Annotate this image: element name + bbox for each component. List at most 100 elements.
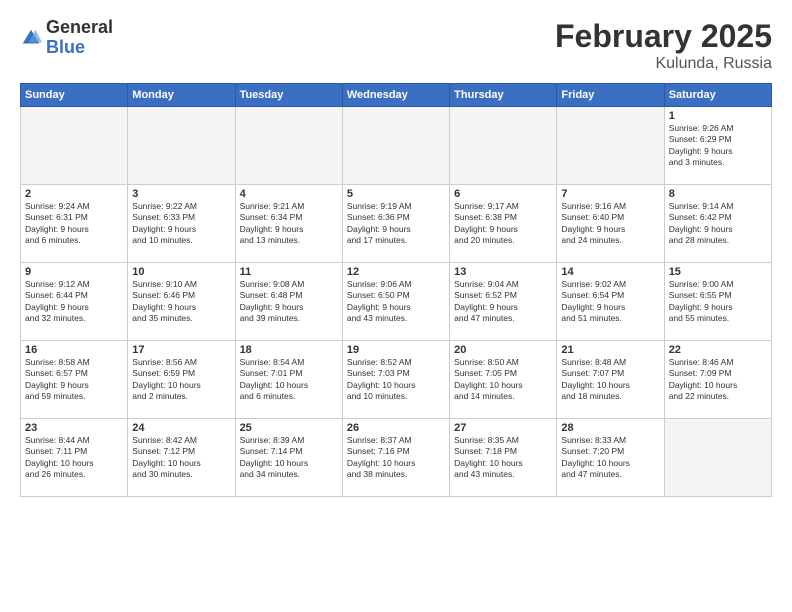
day-number: 22 bbox=[669, 344, 767, 356]
day-number: 23 bbox=[25, 422, 123, 434]
logo-text: General Blue bbox=[46, 18, 113, 58]
day-number: 25 bbox=[240, 422, 338, 434]
day-number: 28 bbox=[561, 422, 659, 434]
day-info: Sunrise: 8:58 AM Sunset: 6:57 PM Dayligh… bbox=[25, 357, 123, 403]
day-info: Sunrise: 9:19 AM Sunset: 6:36 PM Dayligh… bbox=[347, 201, 445, 247]
header-day: Saturday bbox=[664, 84, 771, 107]
day-number: 14 bbox=[561, 266, 659, 278]
day-info: Sunrise: 8:48 AM Sunset: 7:07 PM Dayligh… bbox=[561, 357, 659, 403]
calendar-cell: 14Sunrise: 9:02 AM Sunset: 6:54 PM Dayli… bbox=[557, 263, 664, 341]
header-day: Wednesday bbox=[342, 84, 449, 107]
calendar-cell: 8Sunrise: 9:14 AM Sunset: 6:42 PM Daylig… bbox=[664, 185, 771, 263]
calendar-cell: 22Sunrise: 8:46 AM Sunset: 7:09 PM Dayli… bbox=[664, 341, 771, 419]
week-row: 1Sunrise: 9:26 AM Sunset: 6:29 PM Daylig… bbox=[21, 107, 772, 185]
calendar-cell: 6Sunrise: 9:17 AM Sunset: 6:38 PM Daylig… bbox=[450, 185, 557, 263]
header-day: Tuesday bbox=[235, 84, 342, 107]
day-info: Sunrise: 8:44 AM Sunset: 7:11 PM Dayligh… bbox=[25, 435, 123, 481]
week-row: 2Sunrise: 9:24 AM Sunset: 6:31 PM Daylig… bbox=[21, 185, 772, 263]
calendar-cell: 25Sunrise: 8:39 AM Sunset: 7:14 PM Dayli… bbox=[235, 419, 342, 497]
week-row: 16Sunrise: 8:58 AM Sunset: 6:57 PM Dayli… bbox=[21, 341, 772, 419]
logo-blue: Blue bbox=[46, 38, 113, 58]
calendar-cell: 10Sunrise: 9:10 AM Sunset: 6:46 PM Dayli… bbox=[128, 263, 235, 341]
day-number: 18 bbox=[240, 344, 338, 356]
calendar-cell: 9Sunrise: 9:12 AM Sunset: 6:44 PM Daylig… bbox=[21, 263, 128, 341]
day-info: Sunrise: 8:42 AM Sunset: 7:12 PM Dayligh… bbox=[132, 435, 230, 481]
day-info: Sunrise: 9:10 AM Sunset: 6:46 PM Dayligh… bbox=[132, 279, 230, 325]
day-info: Sunrise: 9:21 AM Sunset: 6:34 PM Dayligh… bbox=[240, 201, 338, 247]
day-number: 3 bbox=[132, 188, 230, 200]
month-title: February 2025 bbox=[555, 18, 772, 55]
calendar-cell bbox=[235, 107, 342, 185]
header-row: SundayMondayTuesdayWednesdayThursdayFrid… bbox=[21, 84, 772, 107]
calendar-cell: 15Sunrise: 9:00 AM Sunset: 6:55 PM Dayli… bbox=[664, 263, 771, 341]
day-info: Sunrise: 9:00 AM Sunset: 6:55 PM Dayligh… bbox=[669, 279, 767, 325]
calendar-cell: 16Sunrise: 8:58 AM Sunset: 6:57 PM Dayli… bbox=[21, 341, 128, 419]
calendar-cell: 11Sunrise: 9:08 AM Sunset: 6:48 PM Dayli… bbox=[235, 263, 342, 341]
day-number: 7 bbox=[561, 188, 659, 200]
logo-icon bbox=[20, 27, 42, 49]
day-info: Sunrise: 8:46 AM Sunset: 7:09 PM Dayligh… bbox=[669, 357, 767, 403]
day-number: 20 bbox=[454, 344, 552, 356]
calendar-cell: 13Sunrise: 9:04 AM Sunset: 6:52 PM Dayli… bbox=[450, 263, 557, 341]
day-info: Sunrise: 8:54 AM Sunset: 7:01 PM Dayligh… bbox=[240, 357, 338, 403]
day-number: 9 bbox=[25, 266, 123, 278]
calendar-cell: 2Sunrise: 9:24 AM Sunset: 6:31 PM Daylig… bbox=[21, 185, 128, 263]
calendar-cell: 27Sunrise: 8:35 AM Sunset: 7:18 PM Dayli… bbox=[450, 419, 557, 497]
calendar-cell: 7Sunrise: 9:16 AM Sunset: 6:40 PM Daylig… bbox=[557, 185, 664, 263]
day-number: 11 bbox=[240, 266, 338, 278]
calendar-cell: 28Sunrise: 8:33 AM Sunset: 7:20 PM Dayli… bbox=[557, 419, 664, 497]
calendar-body: 1Sunrise: 9:26 AM Sunset: 6:29 PM Daylig… bbox=[21, 107, 772, 497]
page: General Blue February 2025 Kulunda, Russ… bbox=[0, 0, 792, 612]
day-info: Sunrise: 8:50 AM Sunset: 7:05 PM Dayligh… bbox=[454, 357, 552, 403]
day-info: Sunrise: 9:02 AM Sunset: 6:54 PM Dayligh… bbox=[561, 279, 659, 325]
calendar-cell: 24Sunrise: 8:42 AM Sunset: 7:12 PM Dayli… bbox=[128, 419, 235, 497]
calendar-cell: 5Sunrise: 9:19 AM Sunset: 6:36 PM Daylig… bbox=[342, 185, 449, 263]
day-info: Sunrise: 8:33 AM Sunset: 7:20 PM Dayligh… bbox=[561, 435, 659, 481]
day-info: Sunrise: 9:08 AM Sunset: 6:48 PM Dayligh… bbox=[240, 279, 338, 325]
calendar-cell: 23Sunrise: 8:44 AM Sunset: 7:11 PM Dayli… bbox=[21, 419, 128, 497]
calendar-cell bbox=[342, 107, 449, 185]
day-info: Sunrise: 8:56 AM Sunset: 6:59 PM Dayligh… bbox=[132, 357, 230, 403]
calendar-cell bbox=[557, 107, 664, 185]
location: Kulunda, Russia bbox=[555, 55, 772, 73]
day-number: 6 bbox=[454, 188, 552, 200]
day-number: 24 bbox=[132, 422, 230, 434]
day-number: 26 bbox=[347, 422, 445, 434]
day-number: 19 bbox=[347, 344, 445, 356]
title-block: February 2025 Kulunda, Russia bbox=[555, 18, 772, 73]
day-info: Sunrise: 8:37 AM Sunset: 7:16 PM Dayligh… bbox=[347, 435, 445, 481]
day-number: 17 bbox=[132, 344, 230, 356]
day-number: 27 bbox=[454, 422, 552, 434]
header-day: Monday bbox=[128, 84, 235, 107]
calendar-cell bbox=[664, 419, 771, 497]
calendar-cell bbox=[128, 107, 235, 185]
calendar-header: SundayMondayTuesdayWednesdayThursdayFrid… bbox=[21, 84, 772, 107]
calendar-cell: 4Sunrise: 9:21 AM Sunset: 6:34 PM Daylig… bbox=[235, 185, 342, 263]
week-row: 23Sunrise: 8:44 AM Sunset: 7:11 PM Dayli… bbox=[21, 419, 772, 497]
calendar: SundayMondayTuesdayWednesdayThursdayFrid… bbox=[20, 83, 772, 497]
day-number: 21 bbox=[561, 344, 659, 356]
logo: General Blue bbox=[20, 18, 113, 58]
calendar-cell: 26Sunrise: 8:37 AM Sunset: 7:16 PM Dayli… bbox=[342, 419, 449, 497]
day-number: 10 bbox=[132, 266, 230, 278]
day-number: 1 bbox=[669, 110, 767, 122]
day-number: 5 bbox=[347, 188, 445, 200]
calendar-cell: 12Sunrise: 9:06 AM Sunset: 6:50 PM Dayli… bbox=[342, 263, 449, 341]
day-number: 15 bbox=[669, 266, 767, 278]
header-day: Sunday bbox=[21, 84, 128, 107]
day-number: 2 bbox=[25, 188, 123, 200]
day-info: Sunrise: 9:26 AM Sunset: 6:29 PM Dayligh… bbox=[669, 123, 767, 169]
logo-general: General bbox=[46, 18, 113, 38]
header: General Blue February 2025 Kulunda, Russ… bbox=[20, 18, 772, 73]
calendar-cell bbox=[450, 107, 557, 185]
day-info: Sunrise: 9:24 AM Sunset: 6:31 PM Dayligh… bbox=[25, 201, 123, 247]
calendar-cell bbox=[21, 107, 128, 185]
day-info: Sunrise: 9:14 AM Sunset: 6:42 PM Dayligh… bbox=[669, 201, 767, 247]
header-day: Friday bbox=[557, 84, 664, 107]
day-info: Sunrise: 9:12 AM Sunset: 6:44 PM Dayligh… bbox=[25, 279, 123, 325]
day-info: Sunrise: 9:17 AM Sunset: 6:38 PM Dayligh… bbox=[454, 201, 552, 247]
day-number: 16 bbox=[25, 344, 123, 356]
calendar-cell: 19Sunrise: 8:52 AM Sunset: 7:03 PM Dayli… bbox=[342, 341, 449, 419]
day-info: Sunrise: 8:39 AM Sunset: 7:14 PM Dayligh… bbox=[240, 435, 338, 481]
week-row: 9Sunrise: 9:12 AM Sunset: 6:44 PM Daylig… bbox=[21, 263, 772, 341]
